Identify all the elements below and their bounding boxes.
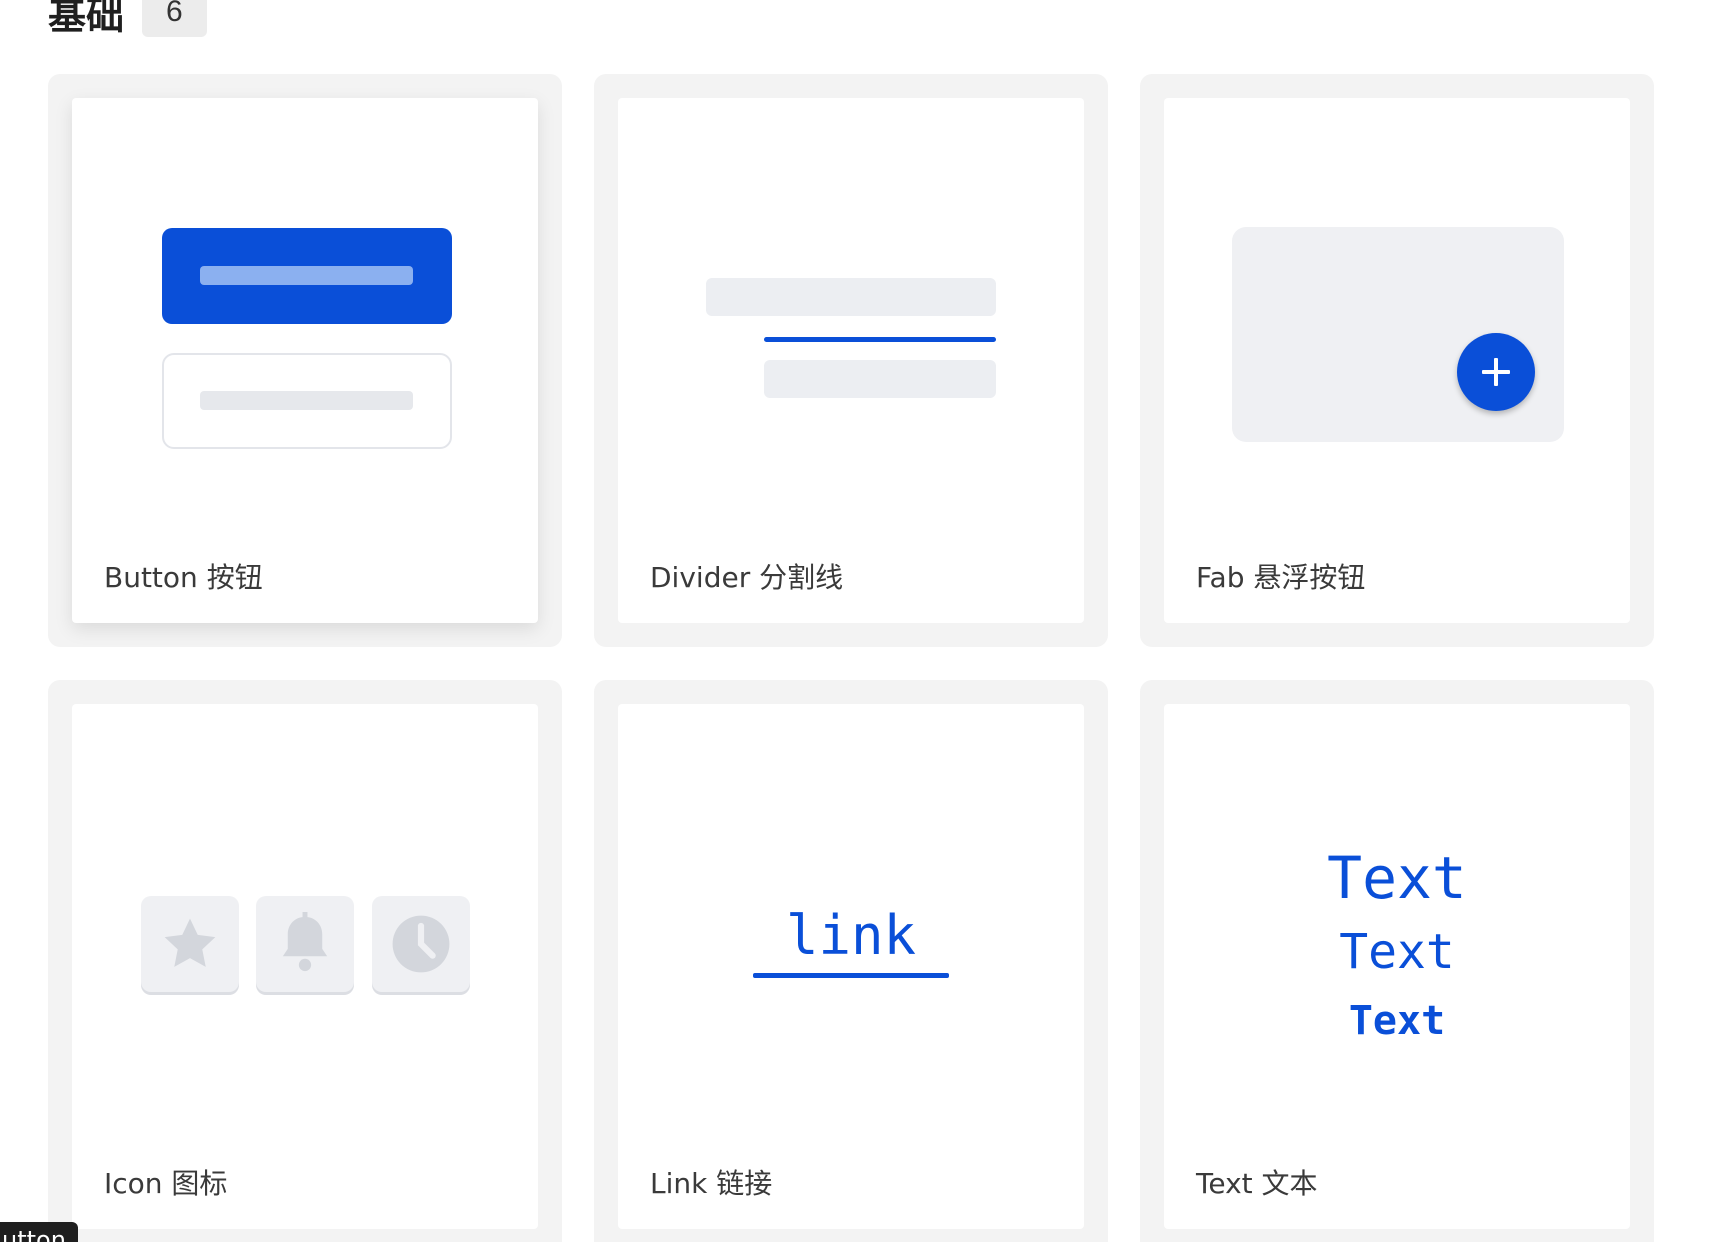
text-preview-medium: Text	[1339, 924, 1455, 980]
section-title: 基础	[48, 0, 125, 38]
fab-plus-icon	[1457, 333, 1535, 411]
link-preview-text: link	[785, 904, 917, 967]
fab-container-preview	[1232, 227, 1564, 442]
placeholder-block	[706, 278, 996, 316]
outline-button-preview	[162, 353, 452, 449]
card-label: Text 文本	[1196, 1167, 1318, 1200]
card-divider[interactable]: Divider 分割线	[594, 74, 1108, 647]
card-label: Link 链接	[650, 1167, 773, 1200]
star-icon	[141, 896, 239, 992]
count-badge: 6	[142, 0, 207, 37]
card-label: Icon 图标	[104, 1167, 228, 1200]
bell-icon	[256, 896, 354, 992]
card-preview: Divider 分割线	[618, 98, 1084, 623]
card-button[interactable]: Button 按钮	[48, 74, 562, 647]
placeholder-block	[764, 360, 996, 398]
card-link[interactable]: link Link 链接	[594, 680, 1108, 1242]
card-label: Button 按钮	[104, 561, 263, 594]
card-preview: link Link 链接	[618, 704, 1084, 1229]
card-label: Divider 分割线	[650, 561, 844, 594]
text-preview-small: Text	[1348, 998, 1446, 1044]
card-preview: Icon 图标	[72, 704, 538, 1229]
section-header: 基础 6	[48, 0, 207, 38]
card-label: Fab 悬浮按钮	[1196, 561, 1366, 594]
card-preview: Text Text Text Text 文本	[1164, 704, 1630, 1229]
clock-icon	[372, 896, 470, 992]
card-preview: Fab 悬浮按钮	[1164, 98, 1630, 623]
filled-button-preview	[162, 228, 452, 324]
card-fab[interactable]: Fab 悬浮按钮	[1140, 74, 1654, 647]
tooltip: utton	[0, 1222, 78, 1242]
card-icon[interactable]: Icon 图标	[48, 680, 562, 1242]
component-gallery: 基础 6 Button 按钮 Divider 分割线 Fab 悬浮按钮 Icon…	[0, 0, 1714, 1242]
link-underline	[753, 973, 949, 978]
text-preview-large: Text	[1327, 844, 1467, 912]
card-text[interactable]: Text Text Text Text 文本	[1140, 680, 1654, 1242]
divider-line	[764, 337, 996, 342]
card-preview: Button 按钮	[72, 98, 538, 623]
